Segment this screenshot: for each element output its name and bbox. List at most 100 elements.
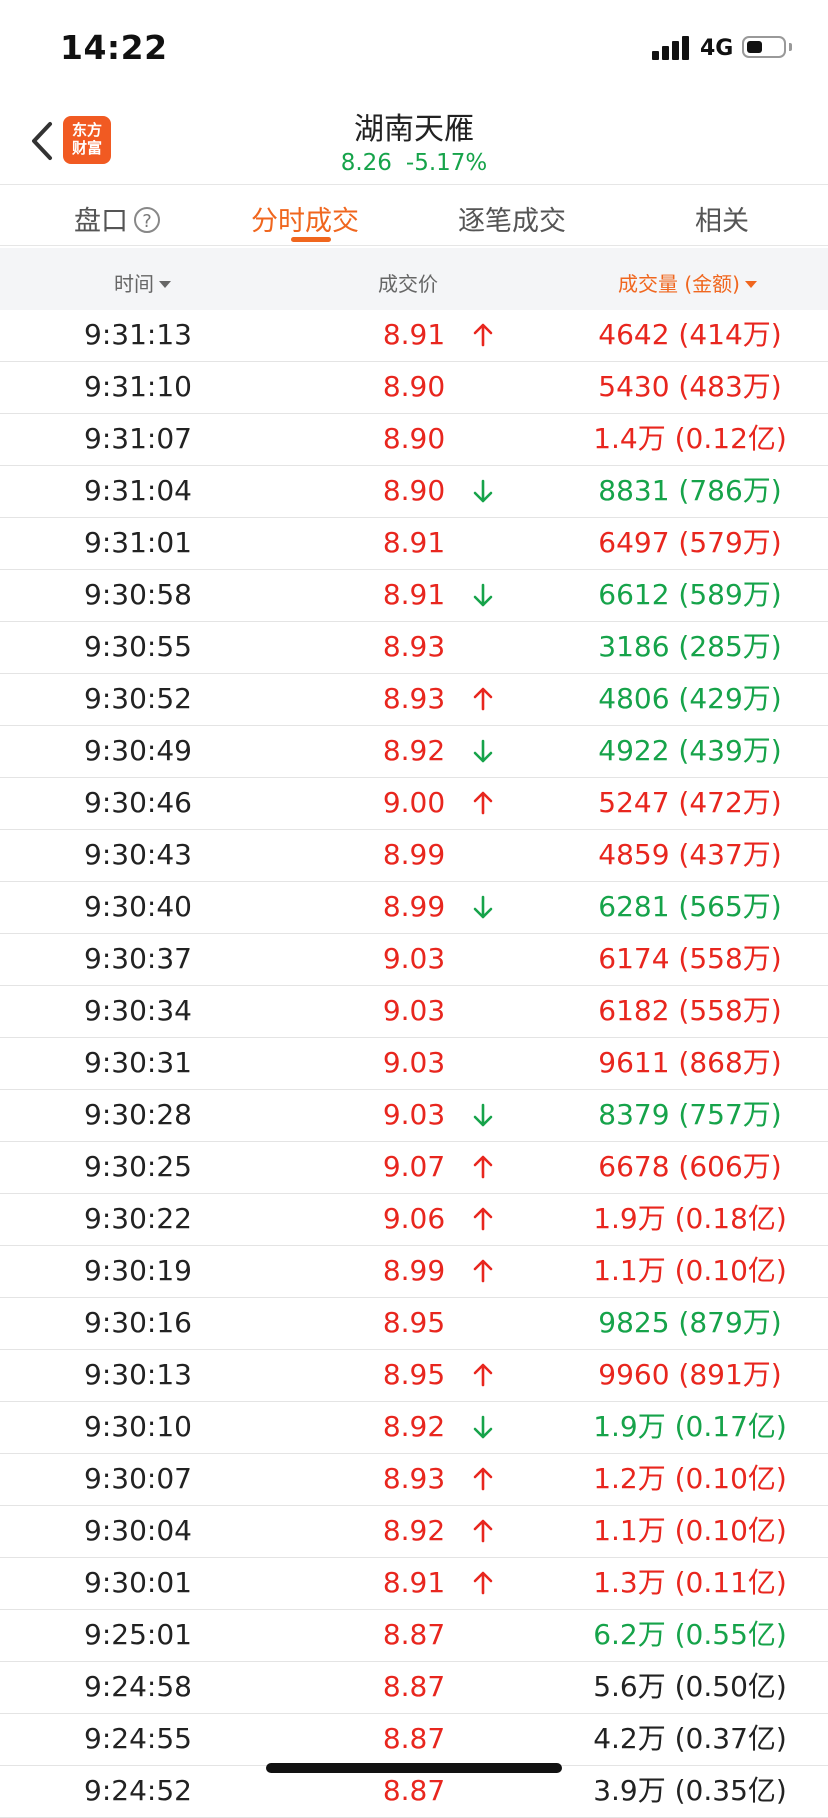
arrow-down-icon bbox=[470, 570, 496, 620]
trade-volume: 3186 (285万) bbox=[598, 630, 782, 663]
table-row: 9:30:10 8.92 1.9万 (0.17亿) bbox=[0, 1402, 828, 1454]
trade-time: 9:30:01 bbox=[84, 1566, 192, 1599]
trade-volume: 6497 (579万) bbox=[598, 526, 782, 559]
trade-time: 9:30:46 bbox=[84, 786, 192, 819]
trade-volume: 5247 (472万) bbox=[598, 786, 782, 819]
table-row: 9:30:40 8.99 6281 (565万) bbox=[0, 882, 828, 934]
trade-time: 9:30:40 bbox=[84, 890, 192, 923]
trade-time: 9:30:58 bbox=[84, 578, 192, 611]
battery-cap bbox=[789, 43, 792, 51]
arrow-down-icon bbox=[470, 882, 496, 932]
trade-volume: 6678 (606万) bbox=[598, 1150, 782, 1183]
trade-time: 9:30:31 bbox=[84, 1046, 192, 1079]
trade-time: 9:30:25 bbox=[84, 1150, 192, 1183]
trade-volume: 1.9万 (0.17亿) bbox=[593, 1410, 787, 1443]
trade-price: 8.87 bbox=[382, 1670, 446, 1703]
trade-volume: 9825 (879万) bbox=[598, 1306, 782, 1339]
column-time-sort[interactable]: 时间 bbox=[114, 268, 171, 297]
active-tab-indicator bbox=[291, 237, 331, 242]
tab-label: 盘口 bbox=[74, 206, 128, 237]
tab-time-trades[interactable]: 分时成交 bbox=[251, 199, 359, 238]
trade-volume: 4.2万 (0.37亿) bbox=[593, 1722, 787, 1755]
trade-volume: 9960 (891万) bbox=[598, 1358, 782, 1391]
tab-order-book[interactable]: 盘口? bbox=[74, 199, 160, 238]
trade-volume: 1.1万 (0.10亿) bbox=[593, 1514, 787, 1547]
trade-volume: 8831 (786万) bbox=[598, 474, 782, 507]
arrow-up-icon bbox=[470, 310, 496, 360]
trade-volume: 1.3万 (0.11亿) bbox=[593, 1566, 787, 1599]
page-title: 湖南天雁 bbox=[354, 112, 474, 147]
trade-time: 9:30:28 bbox=[84, 1098, 192, 1131]
arrow-down-icon bbox=[470, 466, 496, 516]
table-header: 时间 成交价 成交量 (金额) bbox=[0, 248, 828, 310]
trade-price: 8.90 bbox=[382, 370, 446, 403]
trade-price: 8.87 bbox=[382, 1618, 446, 1651]
column-price: 成交价 bbox=[378, 272, 438, 296]
trade-time: 9:30:43 bbox=[84, 838, 192, 871]
trade-time: 9:30:10 bbox=[84, 1410, 192, 1443]
trade-price: 9.03 bbox=[382, 942, 446, 975]
table-row: 9:30:07 8.93 1.2万 (0.10亿) bbox=[0, 1454, 828, 1506]
tab-bar: 盘口? 分时成交 逐笔成交 相关 bbox=[0, 184, 828, 246]
trade-price: 8.93 bbox=[382, 630, 446, 663]
trade-volume: 5.6万 (0.50亿) bbox=[593, 1670, 787, 1703]
trade-time: 9:30:49 bbox=[84, 734, 192, 767]
table-row: 9:30:19 8.99 1.1万 (0.10亿) bbox=[0, 1246, 828, 1298]
trade-volume: 6174 (558万) bbox=[598, 942, 782, 975]
arrow-up-icon bbox=[470, 1194, 496, 1244]
trade-time: 9:31:10 bbox=[84, 370, 192, 403]
trade-time: 9:30:52 bbox=[84, 682, 192, 715]
column-volume-sort[interactable]: 成交量 (金额) bbox=[618, 268, 757, 297]
trade-price: 9.00 bbox=[382, 786, 446, 819]
table-row: 9:30:13 8.95 9960 (891万) bbox=[0, 1350, 828, 1402]
table-row: 9:30:49 8.92 4922 (439万) bbox=[0, 726, 828, 778]
network-type: 4G bbox=[700, 36, 734, 61]
table-row: 9:30:28 9.03 8379 (757万) bbox=[0, 1090, 828, 1142]
trade-volume: 1.4万 (0.12亿) bbox=[593, 422, 787, 455]
trade-time: 9:24:55 bbox=[84, 1722, 192, 1755]
table-row: 9:30:31 9.03 9611 (868万) bbox=[0, 1038, 828, 1090]
table-row: 9:24:55 8.87 4.2万 (0.37亿) bbox=[0, 1714, 828, 1766]
trade-price: 9.03 bbox=[382, 1046, 446, 1079]
tab-related[interactable]: 相关 bbox=[695, 199, 749, 238]
trade-volume: 6.2万 (0.55亿) bbox=[593, 1618, 787, 1651]
trade-price: 8.92 bbox=[382, 734, 446, 767]
table-row: 9:31:04 8.90 8831 (786万) bbox=[0, 466, 828, 518]
sort-caret-icon bbox=[744, 281, 757, 288]
trade-time: 9:25:01 bbox=[84, 1618, 192, 1651]
arrow-up-icon bbox=[470, 1350, 496, 1400]
trade-time: 9:30:55 bbox=[84, 630, 192, 663]
trade-price: 8.91 bbox=[382, 578, 446, 611]
trade-time: 9:30:34 bbox=[84, 994, 192, 1027]
price-summary: 8.26 -5.17% bbox=[0, 150, 828, 176]
trade-volume: 6281 (565万) bbox=[598, 890, 782, 923]
trade-time: 9:31:04 bbox=[84, 474, 192, 507]
table-row: 9:30:25 9.07 6678 (606万) bbox=[0, 1142, 828, 1194]
change-percent: -5.17% bbox=[405, 150, 488, 176]
table-row: 9:30:22 9.06 1.9万 (0.18亿) bbox=[0, 1194, 828, 1246]
table-row: 9:30:37 9.03 6174 (558万) bbox=[0, 934, 828, 986]
arrow-up-icon bbox=[470, 1558, 496, 1608]
header: 东方 财富 湖南天雁 8.26 -5.17% bbox=[0, 100, 828, 184]
trade-volume: 4642 (414万) bbox=[598, 318, 782, 351]
trade-volume: 4806 (429万) bbox=[598, 682, 782, 715]
battery-icon bbox=[742, 36, 786, 58]
help-icon[interactable]: ? bbox=[134, 207, 160, 233]
arrow-down-icon bbox=[470, 726, 496, 776]
trade-time: 9:31:13 bbox=[84, 318, 192, 351]
trade-volume: 8379 (757万) bbox=[598, 1098, 782, 1131]
trade-time: 9:24:58 bbox=[84, 1670, 192, 1703]
table-row: 9:30:01 8.91 1.3万 (0.11亿) bbox=[0, 1558, 828, 1610]
trade-volume: 9611 (868万) bbox=[598, 1046, 782, 1079]
table-row: 9:30:04 8.92 1.1万 (0.10亿) bbox=[0, 1506, 828, 1558]
table-row: 9:24:58 8.87 5.6万 (0.50亿) bbox=[0, 1662, 828, 1714]
arrow-down-icon bbox=[470, 1402, 496, 1452]
trade-list[interactable]: 9:31:13 8.91 4642 (414万) 9:31:10 8.90 5430 (4… bbox=[0, 310, 828, 1818]
tab-tick-trades[interactable]: 逐笔成交 bbox=[458, 199, 566, 238]
trade-volume: 1.1万 (0.10亿) bbox=[593, 1254, 787, 1287]
trade-price: 8.99 bbox=[382, 890, 446, 923]
trade-price: 8.99 bbox=[382, 838, 446, 871]
trade-price: 8.90 bbox=[382, 422, 446, 455]
trade-time: 9:30:22 bbox=[84, 1202, 192, 1235]
trade-price: 8.91 bbox=[382, 1566, 446, 1599]
